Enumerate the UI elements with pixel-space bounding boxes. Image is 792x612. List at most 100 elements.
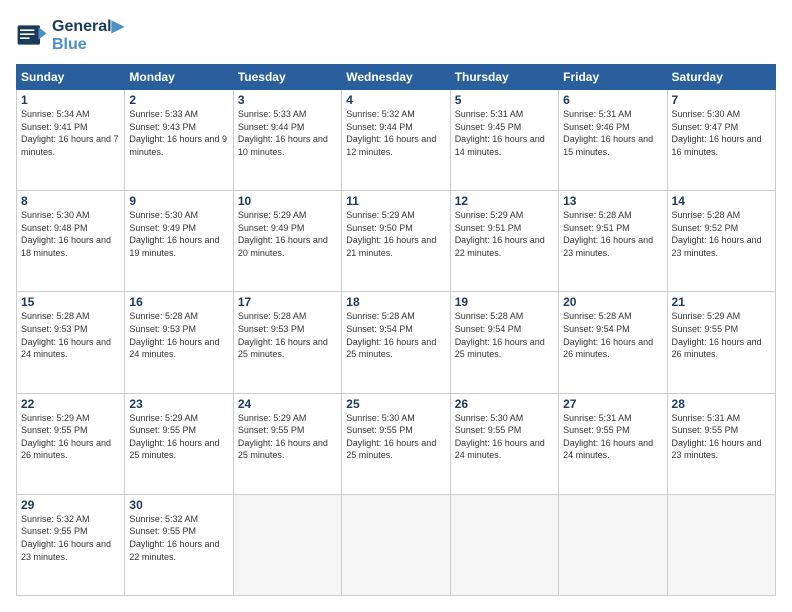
day-info: Sunrise: 5:29 AMSunset: 9:49 PMDaylight:… [238, 209, 337, 259]
day-info: Sunrise: 5:31 AMSunset: 9:55 PMDaylight:… [672, 412, 771, 462]
day-number: 15 [21, 295, 120, 309]
day-info: Sunrise: 5:29 AMSunset: 9:55 PMDaylight:… [672, 310, 771, 360]
day-number: 25 [346, 397, 445, 411]
day-number: 8 [21, 194, 120, 208]
calendar-cell [667, 494, 775, 595]
logo-icon [16, 19, 48, 51]
day-number: 4 [346, 93, 445, 107]
calendar-cell: 26Sunrise: 5:30 AMSunset: 9:55 PMDayligh… [450, 393, 558, 494]
day-info: Sunrise: 5:28 AMSunset: 9:54 PMDaylight:… [563, 310, 662, 360]
day-info: Sunrise: 5:31 AMSunset: 9:55 PMDaylight:… [563, 412, 662, 462]
calendar-cell: 24Sunrise: 5:29 AMSunset: 9:55 PMDayligh… [233, 393, 341, 494]
day-number: 16 [129, 295, 228, 309]
col-header-saturday: Saturday [667, 65, 775, 90]
calendar-cell: 15Sunrise: 5:28 AMSunset: 9:53 PMDayligh… [17, 292, 125, 393]
day-number: 21 [672, 295, 771, 309]
day-info: Sunrise: 5:30 AMSunset: 9:47 PMDaylight:… [672, 108, 771, 158]
calendar-cell: 4Sunrise: 5:32 AMSunset: 9:44 PMDaylight… [342, 90, 450, 191]
logo: General▶ Blue [16, 16, 124, 54]
day-number: 22 [21, 397, 120, 411]
day-number: 7 [672, 93, 771, 107]
calendar-cell: 3Sunrise: 5:33 AMSunset: 9:44 PMDaylight… [233, 90, 341, 191]
day-number: 9 [129, 194, 228, 208]
day-number: 3 [238, 93, 337, 107]
day-info: Sunrise: 5:28 AMSunset: 9:53 PMDaylight:… [21, 310, 120, 360]
calendar-cell: 22Sunrise: 5:29 AMSunset: 9:55 PMDayligh… [17, 393, 125, 494]
day-number: 1 [21, 93, 120, 107]
day-number: 18 [346, 295, 445, 309]
day-number: 5 [455, 93, 554, 107]
calendar-cell: 23Sunrise: 5:29 AMSunset: 9:55 PMDayligh… [125, 393, 233, 494]
calendar-cell: 5Sunrise: 5:31 AMSunset: 9:45 PMDaylight… [450, 90, 558, 191]
col-header-wednesday: Wednesday [342, 65, 450, 90]
calendar-cell [559, 494, 667, 595]
calendar-cell: 30Sunrise: 5:32 AMSunset: 9:55 PMDayligh… [125, 494, 233, 595]
calendar-cell: 16Sunrise: 5:28 AMSunset: 9:53 PMDayligh… [125, 292, 233, 393]
calendar-cell: 11Sunrise: 5:29 AMSunset: 9:50 PMDayligh… [342, 191, 450, 292]
day-info: Sunrise: 5:28 AMSunset: 9:51 PMDaylight:… [563, 209, 662, 259]
day-number: 14 [672, 194, 771, 208]
day-info: Sunrise: 5:32 AMSunset: 9:55 PMDaylight:… [21, 513, 120, 563]
day-info: Sunrise: 5:28 AMSunset: 9:53 PMDaylight:… [238, 310, 337, 360]
day-info: Sunrise: 5:28 AMSunset: 9:53 PMDaylight:… [129, 310, 228, 360]
day-number: 20 [563, 295, 662, 309]
day-number: 26 [455, 397, 554, 411]
day-info: Sunrise: 5:31 AMSunset: 9:46 PMDaylight:… [563, 108, 662, 158]
calendar-cell: 7Sunrise: 5:30 AMSunset: 9:47 PMDaylight… [667, 90, 775, 191]
day-number: 28 [672, 397, 771, 411]
day-info: Sunrise: 5:32 AMSunset: 9:44 PMDaylight:… [346, 108, 445, 158]
day-info: Sunrise: 5:29 AMSunset: 9:55 PMDaylight:… [238, 412, 337, 462]
col-header-friday: Friday [559, 65, 667, 90]
day-number: 13 [563, 194, 662, 208]
day-info: Sunrise: 5:29 AMSunset: 9:50 PMDaylight:… [346, 209, 445, 259]
day-info: Sunrise: 5:30 AMSunset: 9:55 PMDaylight:… [455, 412, 554, 462]
day-info: Sunrise: 5:29 AMSunset: 9:55 PMDaylight:… [21, 412, 120, 462]
calendar-cell: 6Sunrise: 5:31 AMSunset: 9:46 PMDaylight… [559, 90, 667, 191]
calendar-cell: 1Sunrise: 5:34 AMSunset: 9:41 PMDaylight… [17, 90, 125, 191]
logo-text: General▶ Blue [52, 16, 124, 54]
day-number: 10 [238, 194, 337, 208]
day-number: 27 [563, 397, 662, 411]
calendar-cell: 18Sunrise: 5:28 AMSunset: 9:54 PMDayligh… [342, 292, 450, 393]
calendar-cell: 10Sunrise: 5:29 AMSunset: 9:49 PMDayligh… [233, 191, 341, 292]
calendar-cell: 28Sunrise: 5:31 AMSunset: 9:55 PMDayligh… [667, 393, 775, 494]
day-number: 30 [129, 498, 228, 512]
day-info: Sunrise: 5:30 AMSunset: 9:48 PMDaylight:… [21, 209, 120, 259]
calendar-cell: 13Sunrise: 5:28 AMSunset: 9:51 PMDayligh… [559, 191, 667, 292]
day-info: Sunrise: 5:31 AMSunset: 9:45 PMDaylight:… [455, 108, 554, 158]
col-header-sunday: Sunday [17, 65, 125, 90]
day-info: Sunrise: 5:30 AMSunset: 9:55 PMDaylight:… [346, 412, 445, 462]
calendar-cell: 2Sunrise: 5:33 AMSunset: 9:43 PMDaylight… [125, 90, 233, 191]
calendar-table: SundayMondayTuesdayWednesdayThursdayFrid… [16, 64, 776, 596]
day-info: Sunrise: 5:32 AMSunset: 9:55 PMDaylight:… [129, 513, 228, 563]
col-header-monday: Monday [125, 65, 233, 90]
day-number: 17 [238, 295, 337, 309]
day-info: Sunrise: 5:30 AMSunset: 9:49 PMDaylight:… [129, 209, 228, 259]
calendar-cell [233, 494, 341, 595]
day-info: Sunrise: 5:28 AMSunset: 9:54 PMDaylight:… [346, 310, 445, 360]
day-info: Sunrise: 5:33 AMSunset: 9:44 PMDaylight:… [238, 108, 337, 158]
calendar-cell: 14Sunrise: 5:28 AMSunset: 9:52 PMDayligh… [667, 191, 775, 292]
calendar-cell: 25Sunrise: 5:30 AMSunset: 9:55 PMDayligh… [342, 393, 450, 494]
calendar-cell [342, 494, 450, 595]
day-info: Sunrise: 5:33 AMSunset: 9:43 PMDaylight:… [129, 108, 228, 158]
calendar-cell: 12Sunrise: 5:29 AMSunset: 9:51 PMDayligh… [450, 191, 558, 292]
col-header-tuesday: Tuesday [233, 65, 341, 90]
calendar-cell: 21Sunrise: 5:29 AMSunset: 9:55 PMDayligh… [667, 292, 775, 393]
calendar-cell: 20Sunrise: 5:28 AMSunset: 9:54 PMDayligh… [559, 292, 667, 393]
day-number: 23 [129, 397, 228, 411]
header: General▶ Blue [16, 16, 776, 54]
day-info: Sunrise: 5:28 AMSunset: 9:52 PMDaylight:… [672, 209, 771, 259]
day-number: 2 [129, 93, 228, 107]
calendar-cell: 9Sunrise: 5:30 AMSunset: 9:49 PMDaylight… [125, 191, 233, 292]
calendar-cell [450, 494, 558, 595]
day-number: 6 [563, 93, 662, 107]
day-info: Sunrise: 5:29 AMSunset: 9:51 PMDaylight:… [455, 209, 554, 259]
calendar-cell: 19Sunrise: 5:28 AMSunset: 9:54 PMDayligh… [450, 292, 558, 393]
day-number: 12 [455, 194, 554, 208]
day-number: 29 [21, 498, 120, 512]
day-number: 19 [455, 295, 554, 309]
col-header-thursday: Thursday [450, 65, 558, 90]
calendar-cell: 17Sunrise: 5:28 AMSunset: 9:53 PMDayligh… [233, 292, 341, 393]
day-info: Sunrise: 5:28 AMSunset: 9:54 PMDaylight:… [455, 310, 554, 360]
